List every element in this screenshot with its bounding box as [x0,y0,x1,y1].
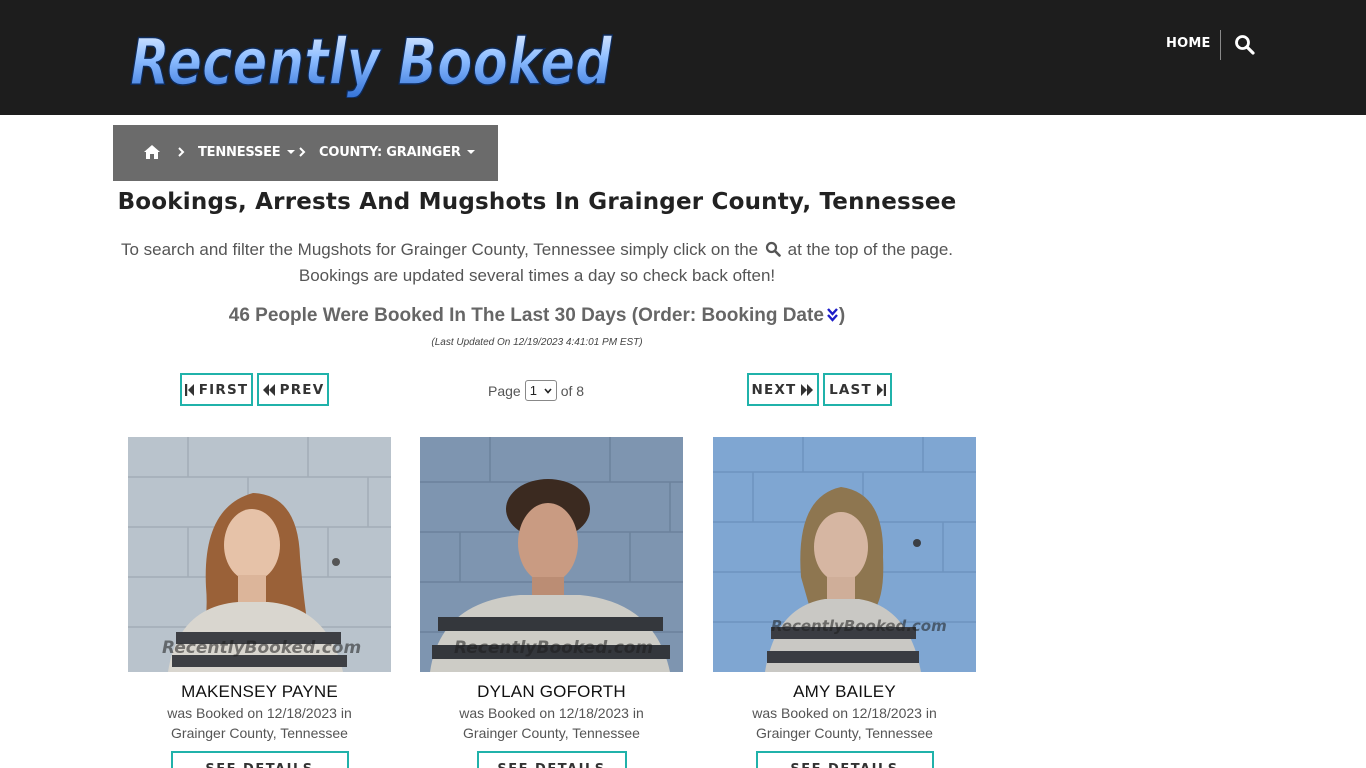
prev-page-label: PREV [279,381,325,398]
rewind-icon [262,383,275,396]
page-select[interactable]: 1 [524,380,557,401]
breadcrumb: TENNESSEE COUNTY: GRAINGER [113,125,498,181]
booking-date-text: was Booked on 12/18/2023 in [167,705,352,721]
skip-first-icon [184,383,194,396]
mugshot-photo[interactable]: RecentlyBooked.com [420,437,683,672]
booking-card[interactable]: RecentlyBooked.com AMY BAILEY was Booked… [713,437,976,768]
breadcrumb-state-label: TENNESSEE [198,145,281,160]
fast-forward-icon [801,383,814,396]
booking-card[interactable]: RecentlyBooked.com DYLAN GOFORTH was Boo… [420,437,683,768]
see-details-button[interactable]: SEE DETAILS [755,751,934,768]
intro-text: To search and filter the Mugshots for Gr… [113,237,961,289]
breadcrumb-county-label: COUNTY: GRAINGER [319,145,461,160]
chevron-right-icon [176,145,186,159]
skip-last-icon [876,383,886,396]
booking-date-text: was Booked on 12/18/2023 in [459,705,644,721]
booking-count: 46 People Were Booked In The Last 30 Day… [113,305,961,327]
inmate-name[interactable]: AMY BAILEY [713,682,976,702]
logo-text: Recently Booked [130,26,613,98]
nav-divider [1220,30,1221,60]
last-updated: (Last Updated On 12/19/2023 4:41:01 PM E… [431,337,643,348]
last-page-label: LAST [829,381,872,398]
caret-down-icon [466,149,475,154]
watermark-text: RecentlyBooked.com [771,617,947,635]
booking-location: Grainger County, Tennessee [756,725,933,741]
chevron-right-icon [297,145,307,159]
mugshot-photo[interactable]: RecentlyBooked.com [128,437,391,672]
page-title: Bookings, Arrests And Mugshots In Graing… [117,189,957,215]
booking-info: was Booked on 12/18/2023 in Grainger Cou… [420,703,683,743]
search-icon[interactable] [1234,34,1256,56]
intro-text-part1: To search and filter the Mugshots for Gr… [120,240,759,259]
mugshot-photo[interactable]: RecentlyBooked.com [713,437,976,672]
booking-count-close: ) [838,305,846,326]
watermark-text: RecentlyBooked.com [162,638,361,658]
breadcrumb-state-dropdown[interactable]: TENNESSEE [198,145,295,160]
page-total: of 8 [560,382,585,399]
first-page-button[interactable]: FIRST [180,373,253,406]
search-icon [765,239,781,257]
home-icon[interactable] [143,144,161,160]
site-logo[interactable]: Recently Booked [126,14,616,98]
intro-text-line2: Bookings are updated several times a day… [298,266,776,285]
page-select-value: 1 [529,383,537,398]
breadcrumb-county-dropdown[interactable]: COUNTY: GRAINGER [319,145,475,160]
nav-home-link[interactable]: HOME [1166,36,1211,51]
next-page-button[interactable]: NEXT [747,373,819,406]
see-details-button[interactable]: SEE DETAILS [476,751,627,768]
sort-order-icon[interactable] [826,307,839,323]
page-label: Page [488,382,521,399]
watermark-text: RecentlyBooked.com [454,638,653,658]
booking-card[interactable]: RecentlyBooked.com MAKENSEY PAYNE was Bo… [128,437,391,768]
next-page-label: NEXT [751,381,797,398]
booking-count-text: 46 People Were Booked In The Last 30 Day… [228,305,824,326]
intro-text-part2: at the top of the page. [787,240,954,259]
booking-location: Grainger County, Tennessee [171,725,348,741]
see-details-button[interactable]: SEE DETAILS [170,751,349,768]
page-indicator: Page 1 of 8 [488,380,584,401]
chevron-down-icon [544,388,552,394]
first-page-label: FIRST [198,381,249,398]
prev-page-button[interactable]: PREV [257,373,329,406]
caret-down-icon [286,149,295,154]
booking-info: was Booked on 12/18/2023 in Grainger Cou… [713,703,976,743]
booking-info: was Booked on 12/18/2023 in Grainger Cou… [128,703,391,743]
booking-location: Grainger County, Tennessee [463,725,640,741]
inmate-name[interactable]: DYLAN GOFORTH [420,682,683,702]
inmate-name[interactable]: MAKENSEY PAYNE [128,682,391,702]
booking-date-text: was Booked on 12/18/2023 in [752,705,937,721]
site-header: Recently Booked HOME [0,0,1366,115]
last-page-button[interactable]: LAST [823,373,892,406]
